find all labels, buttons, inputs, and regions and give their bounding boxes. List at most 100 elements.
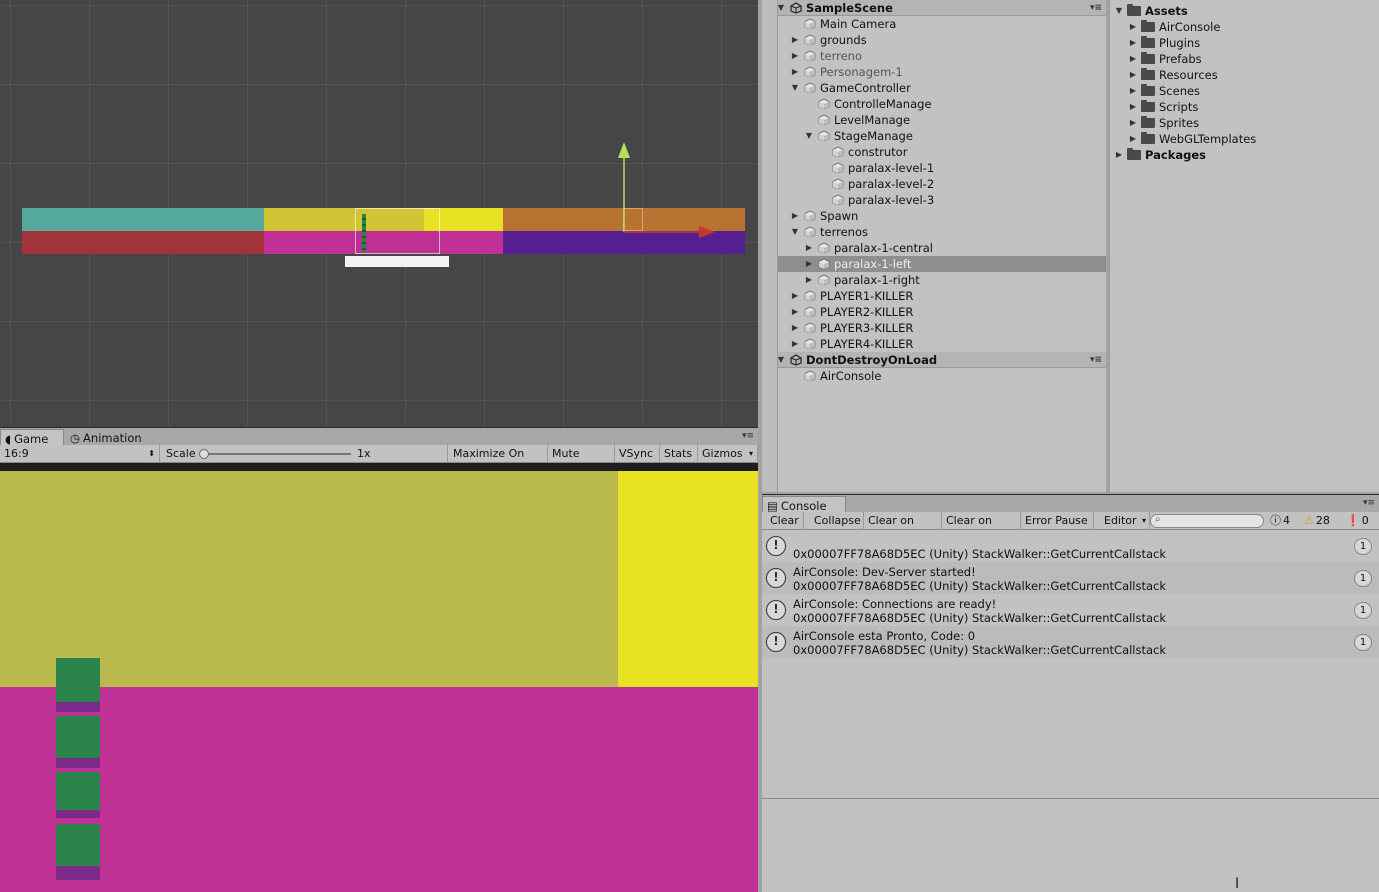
- clear-on-play-toggle[interactable]: Clear on Play: [864, 512, 942, 545]
- error-count-toggle[interactable]: ❗ 0: [1346, 512, 1369, 530]
- fold-open-icon[interactable]: ▼: [790, 80, 800, 96]
- fold-closed-icon[interactable]: ▶: [1128, 115, 1138, 131]
- panel-menu-icon[interactable]: ▾≡: [742, 432, 754, 441]
- vsync-button[interactable]: VSync: [615, 445, 660, 463]
- console-log-list[interactable]: ! 0x00007FF78A68D5EC (Unity) StackWalker…: [762, 530, 1379, 798]
- fold-closed-icon[interactable]: ▶: [790, 32, 800, 48]
- hierarchy-item[interactable]: LevelManage: [762, 112, 1106, 128]
- hierarchy-item[interactable]: ▶ paralax-1-left: [762, 256, 1106, 272]
- move-gizmo[interactable]: [600, 138, 730, 242]
- hierarchy-item[interactable]: ▶ Spawn: [762, 208, 1106, 224]
- fold-closed-icon[interactable]: ▶: [1128, 35, 1138, 51]
- console-detail-area[interactable]: [762, 798, 1379, 892]
- fold-closed-icon[interactable]: ▶: [804, 256, 814, 272]
- fold-open-icon[interactable]: ▼: [804, 128, 814, 144]
- console-menu-icon[interactable]: ▾≡: [1363, 499, 1375, 508]
- project-folder-label: WebGLTemplates: [1159, 132, 1257, 146]
- hierarchy-scene-row[interactable]: ▼ DontDestroyOnLoad ▾≡: [762, 352, 1106, 368]
- hierarchy-item[interactable]: ▼ StageManage: [762, 128, 1106, 144]
- player-marker[interactable]: [362, 214, 366, 252]
- hierarchy-item[interactable]: paralax-level-1: [762, 160, 1106, 176]
- fold-open-icon[interactable]: ▼: [790, 224, 800, 240]
- fold-closed-icon[interactable]: ▶: [804, 272, 814, 288]
- gizmo-y-arrow-icon[interactable]: [618, 142, 630, 158]
- hierarchy-item[interactable]: ▶ PLAYER3-KILLER: [762, 320, 1106, 336]
- hierarchy-item[interactable]: ▼ GameController: [762, 80, 1106, 96]
- game-view[interactable]: [0, 463, 758, 892]
- hierarchy-item[interactable]: AirConsole: [762, 368, 1106, 384]
- fold-closed-icon[interactable]: ▶: [790, 336, 800, 352]
- maximize-on-play-button[interactable]: Maximize On Play: [449, 445, 548, 478]
- log-stack: 0x00007FF78A68D5EC (Unity) StackWalker::…: [793, 611, 1167, 625]
- log-entry[interactable]: ! AirConsole esta Pronto, Code: 0 0x0000…: [762, 626, 1379, 658]
- fold-closed-icon[interactable]: ▶: [1114, 147, 1124, 163]
- scene-view[interactable]: [0, 0, 758, 427]
- hierarchy-item[interactable]: ▶ terreno: [762, 48, 1106, 64]
- collapse-toggle[interactable]: Collapse: [810, 512, 864, 530]
- gizmos-dropdown[interactable]: Gizmos ▾: [698, 445, 758, 463]
- editor-dropdown[interactable]: Editor ▾: [1100, 512, 1150, 530]
- log-entry[interactable]: ! AirConsole: Dev-Server started! 0x0000…: [762, 562, 1379, 594]
- scene-ground-white[interactable]: [345, 256, 449, 267]
- folder-icon: [1141, 20, 1155, 32]
- log-entry[interactable]: ! 0x00007FF78A68D5EC (Unity) StackWalker…: [762, 530, 1379, 562]
- hierarchy-item[interactable]: Main Camera: [762, 16, 1106, 32]
- hierarchy-item[interactable]: ControlleManage: [762, 96, 1106, 112]
- stats-button[interactable]: Stats: [660, 445, 698, 463]
- tab-animation[interactable]: ◷ Animation: [66, 429, 158, 446]
- error-pause-toggle[interactable]: Error Pause: [1021, 512, 1094, 530]
- hierarchy-item[interactable]: ▶ Personagem-1: [762, 64, 1106, 80]
- fold-closed-icon[interactable]: ▶: [1128, 131, 1138, 147]
- fold-open-icon[interactable]: ▼: [1114, 3, 1124, 19]
- scale-slider-track[interactable]: [203, 453, 351, 455]
- aspect-dropdown[interactable]: 16:9 ⬍: [0, 445, 160, 463]
- scene-menu-icon[interactable]: ▾≡: [1090, 352, 1102, 368]
- scene-menu-icon[interactable]: ▾≡: [1090, 0, 1102, 16]
- hierarchy-item-label: terrenos: [820, 225, 868, 239]
- hierarchy-item[interactable]: ▶ PLAYER4-KILLER: [762, 336, 1106, 352]
- fold-closed-icon[interactable]: ▶: [804, 240, 814, 256]
- dropdown-arrow-icon[interactable]: ▾: [749, 445, 753, 463]
- hierarchy-item[interactable]: ▶ PLAYER2-KILLER: [762, 304, 1106, 320]
- folder-icon: [1141, 68, 1155, 80]
- fold-closed-icon[interactable]: ▶: [790, 64, 800, 80]
- tab-game[interactable]: ◖ Game: [0, 429, 64, 446]
- fold-closed-icon[interactable]: ▶: [1128, 51, 1138, 67]
- hierarchy-scene-row[interactable]: ▼ SampleScene ▾≡: [762, 0, 1106, 16]
- hierarchy-item[interactable]: paralax-level-3: [762, 192, 1106, 208]
- gameobject-cube-icon: [804, 290, 816, 302]
- log-entry[interactable]: ! AirConsole: Connections are ready! 0x0…: [762, 594, 1379, 626]
- fold-closed-icon[interactable]: ▶: [790, 48, 800, 64]
- console-search-input[interactable]: ⌕: [1150, 514, 1264, 528]
- tab-game-label: Game: [14, 431, 49, 446]
- fold-closed-icon[interactable]: ▶: [790, 304, 800, 320]
- clear-on-build-toggle[interactable]: Clear on Build: [942, 512, 1021, 545]
- log-message: AirConsole esta Pronto, Code: 0: [793, 629, 976, 643]
- mute-audio-button[interactable]: Mute Audio: [548, 445, 615, 478]
- gizmo-x-arrow-icon[interactable]: [699, 226, 715, 238]
- hierarchy-item-label: StageManage: [834, 129, 913, 143]
- fold-closed-icon[interactable]: ▶: [790, 208, 800, 224]
- hierarchy-item[interactable]: ▶ PLAYER1-KILLER: [762, 288, 1106, 304]
- scene-block-red[interactable]: [22, 231, 264, 254]
- scale-label: Scale: [166, 447, 196, 460]
- fold-closed-icon[interactable]: ▶: [1128, 99, 1138, 115]
- hierarchy-item[interactable]: construtor: [762, 144, 1106, 160]
- scale-slider-handle[interactable]: [199, 449, 209, 459]
- hierarchy-item[interactable]: paralax-level-2: [762, 176, 1106, 192]
- hierarchy-item[interactable]: ▶ paralax-1-central: [762, 240, 1106, 256]
- fold-closed-icon[interactable]: ▶: [790, 320, 800, 336]
- log-count-toggle[interactable]: ⓘ 4: [1270, 512, 1290, 530]
- fold-closed-icon[interactable]: ▶: [1128, 83, 1138, 99]
- hierarchy-scrollbar[interactable]: [762, 0, 778, 492]
- hierarchy-item[interactable]: ▶ paralax-1-right: [762, 272, 1106, 288]
- hierarchy-item[interactable]: ▶ grounds: [762, 32, 1106, 48]
- fold-closed-icon[interactable]: ▶: [1128, 19, 1138, 35]
- hierarchy-item[interactable]: ▼ terrenos: [762, 224, 1106, 240]
- fold-closed-icon[interactable]: ▶: [1128, 67, 1138, 83]
- scene-block-teal[interactable]: [22, 208, 264, 231]
- warning-count-toggle[interactable]: ⚠ 28: [1304, 512, 1330, 530]
- tab-console[interactable]: ▤ Console: [762, 496, 846, 513]
- clear-button[interactable]: Clear: [766, 512, 804, 530]
- fold-closed-icon[interactable]: ▶: [790, 288, 800, 304]
